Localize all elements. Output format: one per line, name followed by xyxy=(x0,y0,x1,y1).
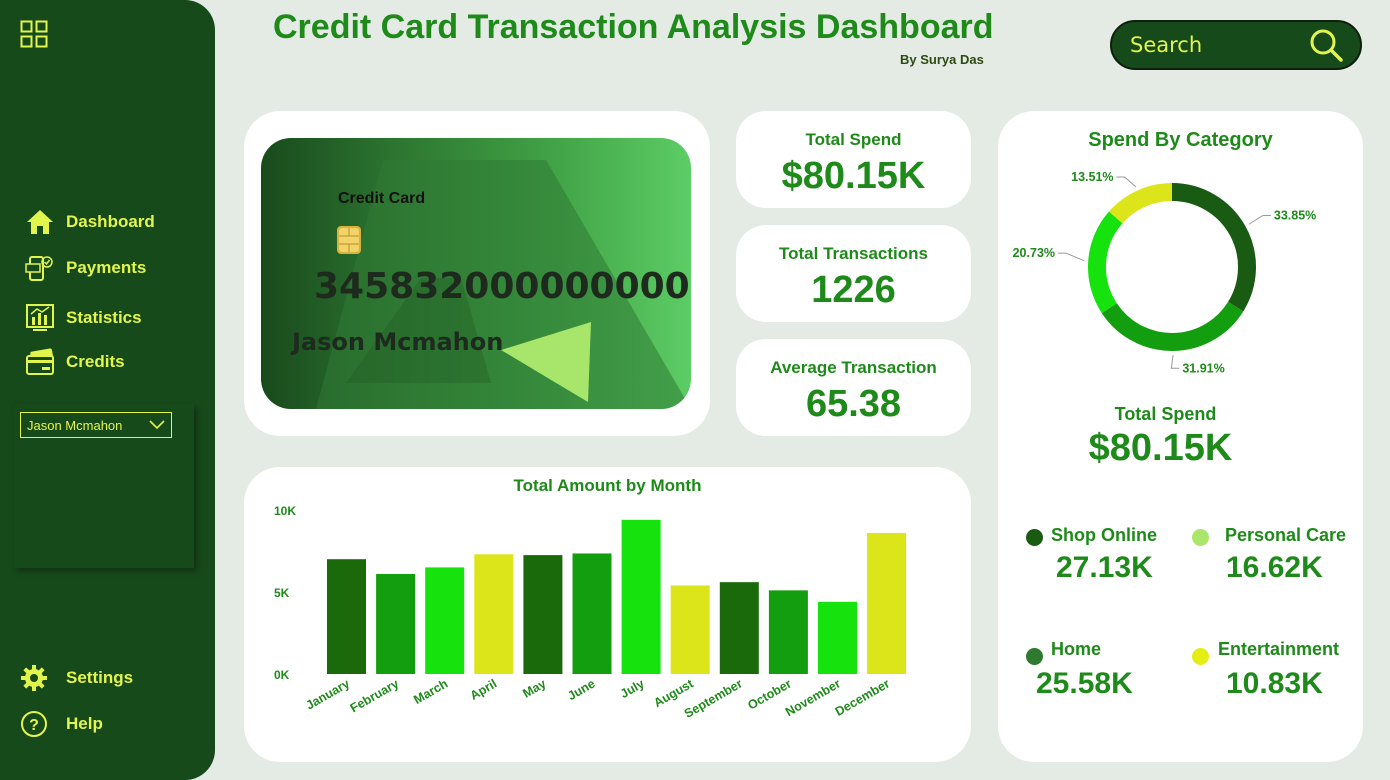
y-tick-label: 10K xyxy=(274,504,296,518)
sidebar-item-label: Help xyxy=(66,714,103,733)
x-tick-label: May xyxy=(520,676,548,700)
sidebar-item-dashboard[interactable]: Dashboard xyxy=(24,206,155,238)
kpi-value: 1226 xyxy=(811,269,896,311)
donut-slice[interactable] xyxy=(1101,301,1244,351)
x-tick-label: November xyxy=(783,676,843,719)
search-input[interactable] xyxy=(1130,33,1290,57)
credit-card-icon xyxy=(24,346,56,378)
sidebar-item-label: Payments xyxy=(66,258,147,277)
kpi-value: 65.38 xyxy=(805,383,902,425)
sidebar-item-label: Statistics xyxy=(66,308,142,327)
monthly-amount-chart-panel: Total Amount by Month 0K 5K 10K January Febr… xyxy=(244,467,971,762)
category-name: Entertainment xyxy=(1218,639,1340,659)
donut-slice[interactable] xyxy=(1108,183,1173,224)
bar[interactable] xyxy=(768,590,808,674)
leader-line xyxy=(1170,354,1180,369)
category-name: Personal Care xyxy=(1225,525,1347,545)
kpi-title: Total Spend xyxy=(805,130,902,149)
kpi-total-transactions: Total Transactions 1226 xyxy=(736,225,971,322)
credit-card-visual: Credit Card 345832000000000 Jason Mcmaho… xyxy=(261,138,691,409)
page-subtitle: By Surya Das xyxy=(900,52,984,67)
bar[interactable] xyxy=(425,567,465,674)
bar[interactable] xyxy=(327,559,366,674)
search-icon[interactable] xyxy=(1308,27,1344,63)
spend-by-category-panel: Spend By Category 33.85% 31.91% 20.73% 13.5… xyxy=(998,111,1363,762)
statistics-icon xyxy=(24,302,56,334)
legend-dot xyxy=(1192,648,1209,665)
bar[interactable] xyxy=(867,532,907,674)
svg-text:?: ? xyxy=(29,717,39,734)
x-tick-label: January xyxy=(303,676,352,712)
sidebar-item-credits[interactable]: Credits xyxy=(24,346,125,378)
y-tick-label: 5K xyxy=(274,586,290,600)
leader-line xyxy=(1116,176,1137,188)
sidebar: Dashboard Payments Statistics Credits Ja… xyxy=(0,0,215,780)
sidebar-item-help[interactable]: ? Help xyxy=(18,708,103,740)
credit-card-panel: Credit Card 345832000000000 Jason Mcmaho… xyxy=(244,111,710,436)
donut-slice[interactable] xyxy=(1088,211,1123,314)
payments-icon xyxy=(24,252,56,284)
x-tick-label: July xyxy=(618,676,647,701)
slice-label: 33.85% xyxy=(1274,208,1316,222)
x-tick-label: March xyxy=(411,676,450,707)
help-icon: ? xyxy=(18,708,50,740)
kpi-total-spend: Total Spend $80.15K xyxy=(736,111,971,208)
category-name: Home xyxy=(1051,639,1102,659)
kpi-average-transaction: Average Transaction 65.38 xyxy=(736,339,971,436)
sidebar-item-settings[interactable]: Settings xyxy=(18,662,133,694)
legend-dot xyxy=(1026,648,1043,665)
total-spend-value: $80.15K xyxy=(1088,427,1233,469)
grid-menu-icon[interactable] xyxy=(20,20,48,48)
bar-chart: 0K 5K 10K JanuaryFebruary March April May June J… xyxy=(274,504,907,721)
page-title: Credit Card Transaction Analysis Dashboa… xyxy=(273,8,994,46)
card-number: 345832000000000 xyxy=(314,266,690,307)
donut-slice[interactable] xyxy=(1171,183,1256,312)
leader-line xyxy=(1058,252,1085,262)
total-spend-label: Total Spend xyxy=(1114,404,1217,424)
kpi-title: Average Transaction xyxy=(770,358,937,377)
legend-dot xyxy=(1026,529,1043,546)
card-holder-name: Jason Mcmahon xyxy=(292,328,504,356)
slice-label: 13.51% xyxy=(1071,170,1113,184)
bar[interactable] xyxy=(621,519,661,674)
legend-dot xyxy=(1192,529,1209,546)
chip-icon xyxy=(337,226,361,254)
sidebar-item-payments[interactable]: Payments xyxy=(24,252,146,284)
sidebar-item-label: Credits xyxy=(66,352,125,371)
bar[interactable] xyxy=(818,601,857,674)
sidebar-item-statistics[interactable]: Statistics xyxy=(24,302,142,334)
bar[interactable] xyxy=(474,554,514,674)
slice-label: 31.91% xyxy=(1182,361,1224,375)
kpi-value: $80.15K xyxy=(781,155,926,197)
bar[interactable] xyxy=(719,582,759,674)
sidebar-item-label: Settings xyxy=(66,668,134,687)
category-value: 16.62K xyxy=(1226,551,1323,584)
dropdown-selected-value: Jason Mcmahon xyxy=(27,417,123,433)
x-tick-label: June xyxy=(565,676,597,703)
gear-icon xyxy=(18,662,50,694)
bar[interactable] xyxy=(523,555,563,674)
category-name: Shop Online xyxy=(1051,525,1157,545)
home-icon xyxy=(24,206,56,238)
category-value: 10.83K xyxy=(1226,667,1323,700)
chevron-down-icon xyxy=(149,420,165,430)
x-tick-label: April xyxy=(468,676,500,702)
donut-chart: 33.85% 31.91% 20.73% 13.51% xyxy=(1013,170,1317,375)
cardholder-filter-panel: Jason Mcmahon xyxy=(14,404,194,568)
leader-line xyxy=(1248,214,1271,225)
card-label: Credit Card xyxy=(338,190,426,207)
bar[interactable] xyxy=(670,585,710,674)
kpi-title: Total Transactions xyxy=(779,244,928,263)
search-bar[interactable] xyxy=(1110,20,1362,70)
category-value: 25.58K xyxy=(1036,667,1133,700)
bar[interactable] xyxy=(572,553,612,674)
category-value: 27.13K xyxy=(1056,551,1153,584)
bar[interactable] xyxy=(376,573,416,674)
y-tick-label: 0K xyxy=(274,668,290,682)
x-tick-label: February xyxy=(348,676,401,715)
x-tick-label: December xyxy=(833,676,892,718)
cardholder-dropdown[interactable]: Jason Mcmahon xyxy=(20,412,172,438)
slice-label: 20.73% xyxy=(1013,246,1055,260)
sidebar-item-label: Dashboard xyxy=(66,212,155,231)
